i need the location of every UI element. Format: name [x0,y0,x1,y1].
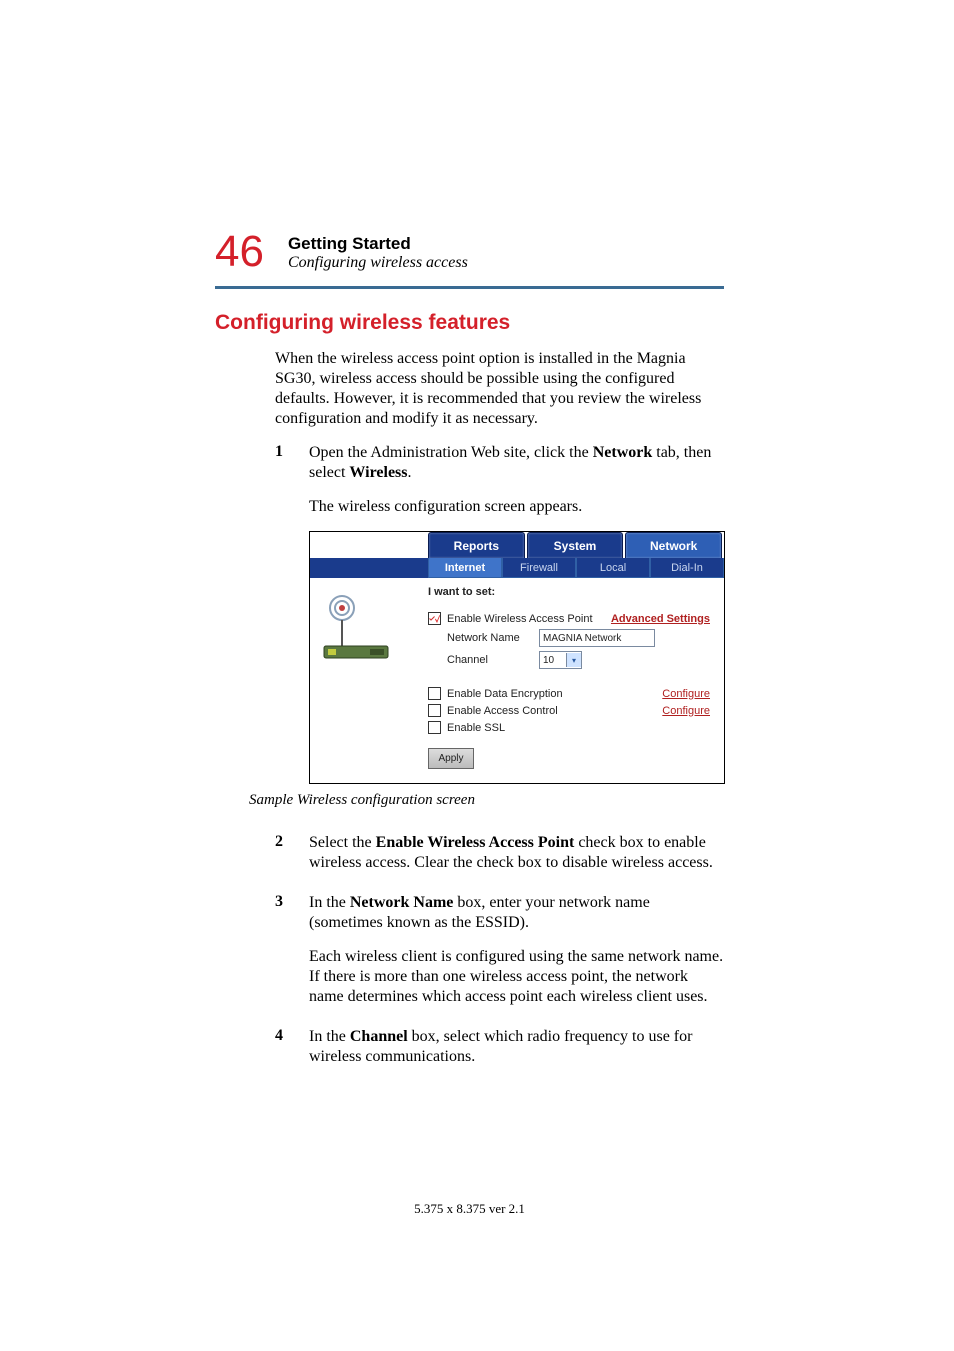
subtab-firewall[interactable]: Firewall [502,558,576,578]
enable-encryption-checkbox[interactable] [428,687,441,700]
network-name-label: Network Name [447,632,539,644]
access-point-icon [318,592,404,678]
enable-ssl-checkbox[interactable] [428,721,441,734]
apply-button[interactable]: Apply [428,748,474,769]
step-number: 4 [275,1027,289,1081]
enable-access-control-label: Enable Access Control [447,705,558,717]
chapter-subtitle: Configuring wireless access [288,254,468,272]
intro-paragraph: When the wireless access point option is… [275,349,724,429]
step-2-text: Select the Enable Wireless Access Point … [309,833,724,873]
subtab-local[interactable]: Local [576,558,650,578]
enable-encryption-label: Enable Data Encryption [447,688,563,700]
step-number: 2 [275,833,289,887]
advanced-settings-link[interactable]: Advanced Settings [611,613,710,625]
figure-caption: Sample Wireless configuration screen [249,792,725,809]
step-1: 1 Open the Administration Web site, clic… [275,443,724,827]
enable-wap-checkbox[interactable] [428,612,441,625]
network-name-input[interactable]: MAGNIA Network [539,629,655,647]
enable-access-control-checkbox[interactable] [428,704,441,717]
step-1-note: The wireless configuration screen appear… [309,497,725,517]
tab-system[interactable]: System [527,532,624,558]
chevron-down-icon: ▾ [566,653,581,667]
step-3-text: In the Network Name box, enter your netw… [309,893,724,933]
page-footer: 5.375 x 8.375 ver 2.1 [215,1201,724,1217]
lead-label: I want to set: [428,586,710,598]
enable-wap-label: Enable Wireless Access Point [447,613,593,625]
page-header: 46 Getting Started Configuring wireless … [215,230,724,274]
tab-network[interactable]: Network [625,532,722,558]
channel-label: Channel [447,654,539,666]
configure-access-control-link[interactable]: Configure [662,705,710,717]
step-3: 3 In the Network Name box, enter your ne… [275,893,724,1021]
channel-select[interactable]: 10 ▾ [539,651,582,669]
enable-ssl-label: Enable SSL [447,722,505,734]
subtab-dialin[interactable]: Dial-In [650,558,724,578]
section-title: Configuring wireless features [215,311,724,335]
step-4: 4 In the Channel box, select which radio… [275,1027,724,1081]
header-rule [215,286,724,289]
tab-reports[interactable]: Reports [428,532,525,558]
subtab-internet[interactable]: Internet [428,558,502,578]
page-number: 46 [215,230,264,274]
step-number: 3 [275,893,289,1021]
step-number: 1 [275,443,289,827]
step-1-text: Open the Administration Web site, click … [309,443,725,483]
chapter-title: Getting Started [288,234,468,254]
step-4-text: In the Channel box, select which radio f… [309,1027,724,1067]
wireless-config-figure: Reports System Network Internet Firewall… [309,531,725,784]
step-2: 2 Select the Enable Wireless Access Poin… [275,833,724,887]
configure-encryption-link[interactable]: Configure [662,688,710,700]
step-3-note: Each wireless client is configured using… [309,947,724,1007]
